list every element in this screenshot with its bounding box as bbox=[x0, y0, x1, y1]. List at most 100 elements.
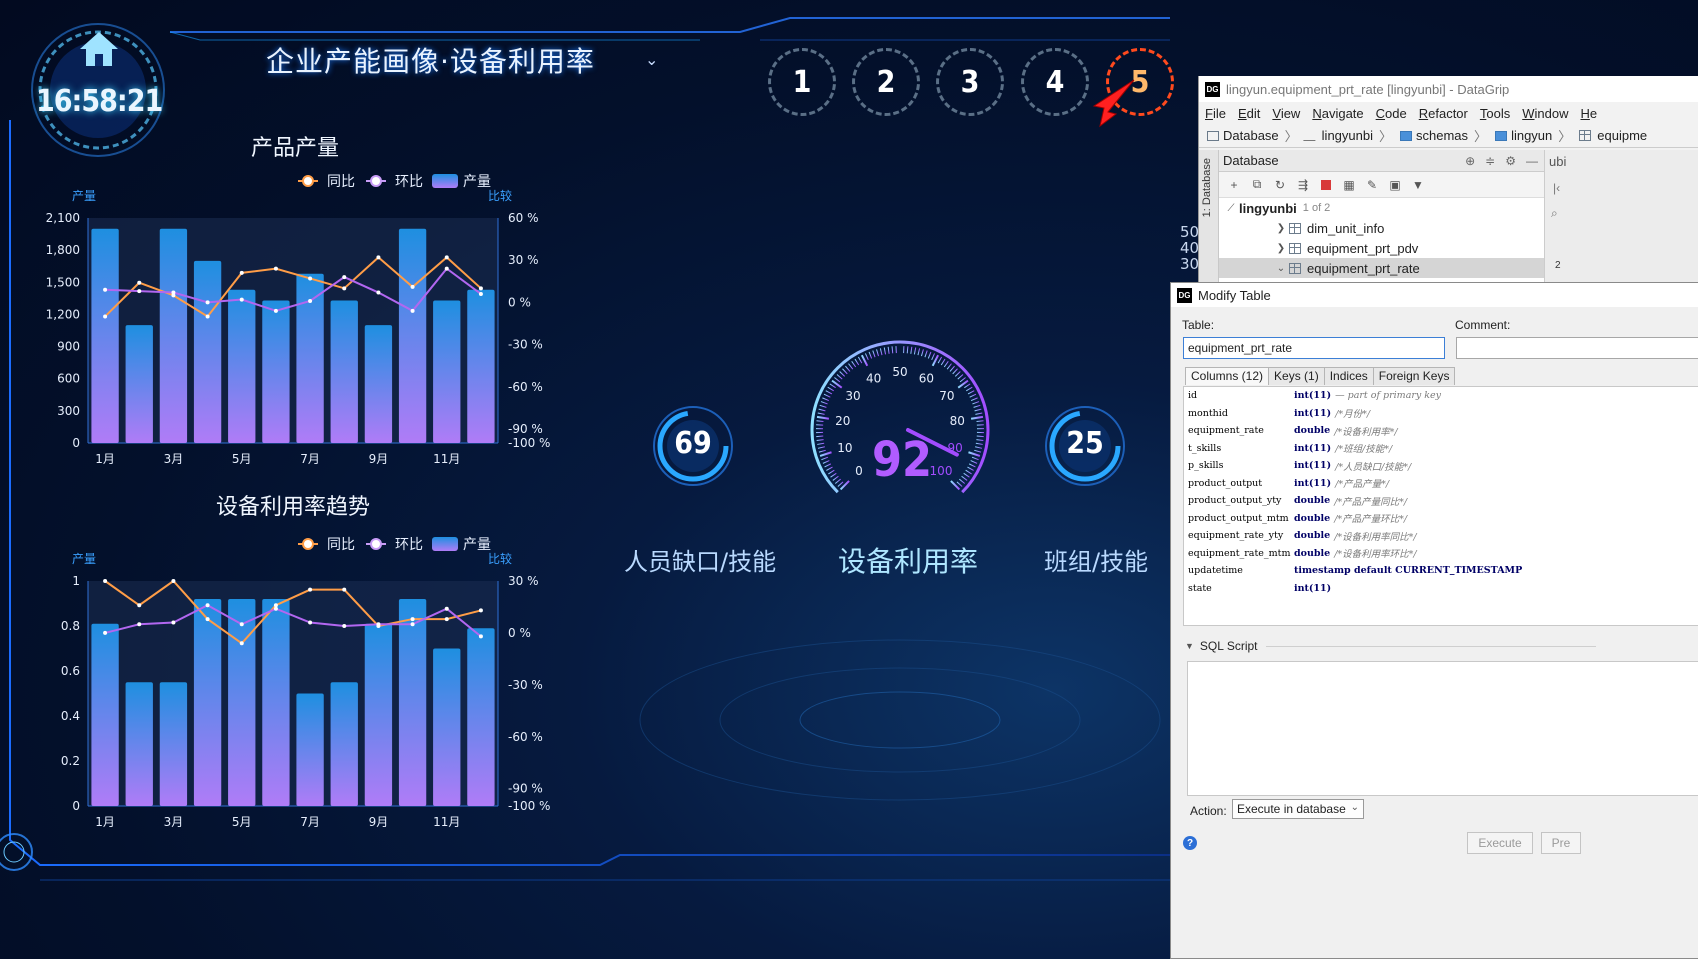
gear-icon[interactable]: ⚙ bbox=[1505, 154, 1516, 168]
gauge-tick bbox=[817, 446, 825, 449]
synchronize-icon[interactable]: ⇶ bbox=[1296, 178, 1310, 192]
gauge-tick bbox=[820, 401, 828, 405]
chevron-down-icon[interactable]: ⌄ bbox=[1273, 263, 1289, 274]
menu-navigate[interactable]: Navigate bbox=[1312, 106, 1363, 121]
menu-help[interactable]: He bbox=[1580, 106, 1597, 121]
tree-datasource-row[interactable]: ⟋ lingyunbi 1 of 2 bbox=[1219, 198, 1544, 218]
chevron-right-icon[interactable]: ❯ bbox=[1273, 223, 1289, 234]
chevron-right-icon[interactable]: ❯ bbox=[1273, 243, 1289, 254]
column-row[interactable]: monthid int(11)/*月份*/ bbox=[1184, 405, 1698, 423]
sql-script-editor[interactable] bbox=[1187, 661, 1698, 796]
menu-view[interactable]: View bbox=[1272, 106, 1300, 121]
gauge-tick bbox=[868, 351, 873, 359]
column-comment: /*设备利用率*/ bbox=[1334, 426, 1398, 438]
tab-indices[interactable]: Indices bbox=[1323, 367, 1374, 385]
refresh-icon[interactable]: ↻ bbox=[1273, 178, 1287, 192]
gauge-tick bbox=[959, 478, 966, 484]
series-point bbox=[444, 606, 449, 611]
column-row[interactable]: id int(11) — part of primary key bbox=[1184, 387, 1698, 405]
column-row[interactable]: equipment_rate_mtm double/*设备利用率环比*/ bbox=[1184, 545, 1698, 563]
copy-icon[interactable]: ⧉ bbox=[1250, 177, 1264, 192]
breadcrumb-table[interactable]: equipme bbox=[1579, 128, 1647, 143]
add-icon[interactable]: + bbox=[1227, 178, 1241, 192]
staff-gap-label: 人员缺口/技能 bbox=[624, 548, 777, 576]
series-point bbox=[103, 287, 108, 292]
nav-button-3[interactable]: 3 bbox=[936, 48, 1004, 116]
nav-button-4[interactable]: 4 bbox=[1021, 48, 1089, 116]
minimize-icon[interactable]: — bbox=[1526, 154, 1538, 168]
execute-button[interactable]: Execute bbox=[1467, 832, 1533, 854]
tab-foreign-keys[interactable]: Foreign Keys bbox=[1372, 367, 1456, 385]
back-icon[interactable]: |‹ bbox=[1553, 181, 1560, 195]
series-point bbox=[171, 620, 176, 625]
breadcrumb-schema[interactable]: lingyun 〉 bbox=[1495, 126, 1571, 145]
menu-refactor[interactable]: Refactor bbox=[1419, 106, 1468, 121]
gauge-tick-label: 80 bbox=[950, 414, 965, 428]
table-icon bbox=[1289, 242, 1301, 254]
sql-script-header[interactable]: ▼ SQL Script bbox=[1185, 639, 1596, 653]
expand-arrow-icon[interactable]: ⟋ bbox=[1223, 203, 1239, 214]
console-icon[interactable]: ▣ bbox=[1388, 178, 1402, 192]
breadcrumb-database[interactable]: Database 〉 bbox=[1207, 126, 1298, 145]
column-row[interactable]: t_skills int(11)/*班组/技能*/ bbox=[1184, 440, 1698, 458]
menu-edit[interactable]: Edit bbox=[1238, 106, 1260, 121]
tree-table-row-selected[interactable]: ⌄ equipment_prt_rate bbox=[1219, 258, 1544, 278]
column-row[interactable]: updatetime timestamp default CURRENT_TIME… bbox=[1184, 562, 1698, 580]
y2-tick-label: 60 % bbox=[508, 211, 539, 225]
tab-keys[interactable]: Keys (1) bbox=[1268, 367, 1325, 385]
column-row[interactable]: equipment_rate double/*设备利用率*/ bbox=[1184, 422, 1698, 440]
home-icon[interactable] bbox=[78, 30, 120, 68]
stop-icon[interactable] bbox=[1319, 178, 1333, 192]
gauge-tick-label: 40 bbox=[866, 371, 881, 385]
editor-tab-fragment[interactable]: ubi bbox=[1545, 150, 1698, 172]
edit-icon[interactable]: ✎ bbox=[1365, 178, 1379, 192]
column-row[interactable]: product_output_yty double/*产品产量同比*/ bbox=[1184, 492, 1698, 510]
column-name: state bbox=[1188, 582, 1212, 594]
search-icon[interactable]: ⌕ bbox=[1551, 206, 1558, 221]
collapse-triangle-icon[interactable]: ▼ bbox=[1185, 641, 1194, 651]
database-panel-header: Database ⊕ ≑ ⚙ — bbox=[1219, 150, 1544, 172]
breadcrumb-schemas[interactable]: schemas 〉 bbox=[1400, 126, 1487, 145]
legend-swatch bbox=[432, 174, 458, 188]
nav-button-1[interactable]: 1 bbox=[768, 48, 836, 116]
datagrip-titlebar[interactable]: DG lingyun.equipment_prt_rate [lingyunbi… bbox=[1199, 76, 1698, 102]
column-row[interactable]: state int(11) bbox=[1184, 580, 1698, 598]
table-view-icon[interactable]: ▦ bbox=[1342, 178, 1356, 192]
tree-table-row[interactable]: ❯ equipment_prt_pdv bbox=[1219, 238, 1544, 258]
column-row[interactable]: p_skills int(11)/*人员缺口/技能*/ bbox=[1184, 457, 1698, 475]
column-comment: /*设备利用率同比*/ bbox=[1334, 531, 1417, 543]
breadcrumb-datasource[interactable]: lingyunbi 〉 bbox=[1302, 126, 1392, 145]
gauge-tick bbox=[839, 371, 846, 377]
column-row[interactable]: product_output_mtm double/*产品产量环比*/ bbox=[1184, 510, 1698, 528]
nav-button-2[interactable]: 2 bbox=[852, 48, 920, 116]
tab-columns[interactable]: Columns (12) bbox=[1185, 367, 1270, 385]
table-name-input[interactable]: equipment_prt_rate bbox=[1183, 337, 1445, 359]
filter-icon[interactable]: ▼ bbox=[1411, 178, 1425, 192]
column-row[interactable]: product_output int(11)/*产品产量*/ bbox=[1184, 475, 1698, 493]
preview-button[interactable]: Pre bbox=[1541, 832, 1581, 854]
bg-axis-number: 50 bbox=[1180, 223, 1200, 241]
column-row[interactable]: equipment_rate_yty double/*设备利用率同比*/ bbox=[1184, 527, 1698, 545]
column-name: id bbox=[1188, 390, 1198, 402]
menu-code[interactable]: Code bbox=[1376, 106, 1407, 121]
menu-file[interactable]: File bbox=[1205, 106, 1226, 121]
tree-table-row[interactable]: ❯ dim_unit_info bbox=[1219, 218, 1544, 238]
locate-icon[interactable]: ⊕ bbox=[1465, 154, 1475, 168]
database-tool-tab[interactable]: 1: Database bbox=[1199, 150, 1219, 286]
help-icon[interactable]: ? bbox=[1183, 836, 1197, 850]
dialog-titlebar[interactable]: DG Modify Table bbox=[1171, 283, 1698, 307]
gauge-tick bbox=[828, 469, 835, 475]
collapse-icon[interactable]: ≑ bbox=[1485, 154, 1495, 168]
comment-input[interactable] bbox=[1456, 337, 1698, 359]
gauge-tick bbox=[864, 353, 869, 361]
series-point bbox=[273, 603, 278, 608]
title-dropdown-caret[interactable]: ⌄ bbox=[645, 50, 658, 69]
y-tick-label: 0.2 bbox=[61, 754, 80, 768]
menu-tools[interactable]: Tools bbox=[1480, 106, 1510, 121]
column-type: double bbox=[1294, 495, 1331, 507]
action-select[interactable]: Execute in database ⌄ bbox=[1232, 799, 1364, 819]
gauge-tick bbox=[954, 371, 961, 377]
breadcrumb-label: Database bbox=[1223, 128, 1279, 143]
column-type: double bbox=[1294, 530, 1331, 542]
menu-window[interactable]: Window bbox=[1522, 106, 1568, 121]
